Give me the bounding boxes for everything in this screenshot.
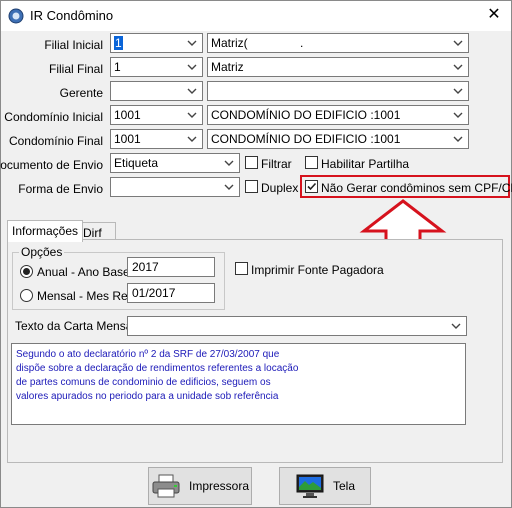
chevron-down-icon[interactable]: [451, 108, 465, 122]
filial-inicial-name-suffix: .: [300, 36, 304, 50]
filial-inicial-code-value: 1: [114, 36, 123, 50]
documento-envio-value: Etiqueta: [114, 156, 159, 170]
habilitar-partilha-checkbox[interactable]: [305, 156, 318, 169]
documento-envio-combo[interactable]: Etiqueta: [110, 153, 240, 173]
filial-final-code-combo[interactable]: 1: [110, 57, 203, 77]
habilitar-partilha-label: Habilitar Partilha: [321, 157, 410, 171]
condominio-inicial-label: Condomínio Inicial: [4, 110, 103, 124]
chevron-down-icon[interactable]: [222, 180, 236, 194]
anual-label: Anual - Ano Base: [37, 265, 130, 279]
forma-envio-label: Forma de Envio: [18, 182, 103, 196]
memo-line: dispõe sobre a declaração de rendimentos…: [16, 363, 299, 374]
ir-condomino-window: IR Condômino ✕ Filial Inicial 1 Matriz( …: [0, 0, 512, 508]
gerente-code-combo[interactable]: [110, 81, 203, 101]
chevron-down-icon[interactable]: [185, 132, 199, 146]
imprimir-fonte-label: Imprimir Fonte Pagadora: [251, 263, 384, 277]
memo-line: Segundo o ato declaratório nº 2 da SRF d…: [16, 349, 280, 360]
mensal-radio[interactable]: [20, 289, 33, 302]
chevron-down-icon[interactable]: [449, 319, 463, 333]
forma-envio-combo[interactable]: [110, 177, 240, 197]
filial-inicial-label: Filial Inicial: [44, 38, 103, 52]
chevron-down-icon[interactable]: [185, 36, 199, 50]
chevron-down-icon[interactable]: [185, 108, 199, 122]
filial-final-name-combo[interactable]: Matriz: [207, 57, 469, 77]
condominio-final-label: Condomínio Final: [8, 134, 103, 148]
app-icon: [8, 8, 24, 24]
mes-ref-input[interactable]: 01/2017: [127, 283, 215, 303]
condominio-inicial-code-value: 1001: [114, 108, 141, 122]
condominio-final-code-combo[interactable]: 1001: [110, 129, 203, 149]
close-button[interactable]: ✕: [477, 1, 511, 31]
tela-button[interactable]: Tela: [279, 467, 371, 505]
mensal-label: Mensal - Mes Ref.: [37, 289, 135, 303]
anual-radio[interactable]: [20, 265, 33, 278]
opcoes-group-title: Opções: [19, 245, 65, 259]
filial-inicial-name-combo[interactable]: Matriz( .: [207, 33, 469, 53]
chevron-down-icon[interactable]: [451, 84, 465, 98]
filial-final-label: Filial Final: [48, 62, 103, 76]
monitor-icon: [296, 474, 324, 498]
carta-text-memo[interactable]: Segundo o ato declaratório nº 2 da SRF d…: [11, 343, 466, 425]
gerente-label: Gerente: [59, 86, 103, 100]
condominio-inicial-code-combo[interactable]: 1001: [110, 105, 203, 125]
duplex-label: Duplex: [261, 181, 299, 195]
chevron-down-icon[interactable]: [451, 60, 465, 74]
impressora-label: Impressora: [188, 479, 250, 493]
printer-icon: [152, 474, 180, 498]
filtrar-checkbox[interactable]: [245, 156, 258, 169]
memo-line: valores apurados no periodo para a unida…: [16, 391, 279, 402]
filial-inicial-code-combo[interactable]: 1: [110, 33, 203, 53]
texto-carta-label: Texto da Carta Mensal: [15, 319, 136, 333]
imprimir-fonte-checkbox[interactable]: [235, 262, 248, 275]
condominio-final-name-value: CONDOMÍNIO DO EDIFICIO :1001: [211, 132, 401, 146]
filtrar-label: Filtrar: [261, 157, 292, 171]
filial-final-name-value: Matriz: [211, 60, 244, 74]
chevron-down-icon[interactable]: [185, 60, 199, 74]
chevron-down-icon[interactable]: [185, 84, 199, 98]
radio-dot: [23, 268, 30, 275]
title-bar: IR Condômino ✕: [1, 1, 511, 31]
impressora-button[interactable]: Impressora: [148, 467, 252, 505]
nao-gerar-label: Não Gerar condôminos sem CPF/CNPJ: [321, 181, 512, 195]
condominio-final-code-value: 1001: [114, 132, 141, 146]
gerente-name-combo[interactable]: [207, 81, 469, 101]
ano-base-input[interactable]: 2017: [127, 257, 215, 277]
documento-envio-label: Documento de Envio: [0, 158, 103, 172]
tab-informacoes[interactable]: Informações: [7, 220, 84, 242]
memo-line: de partes comuns de condominio de edific…: [16, 377, 271, 388]
chevron-down-icon[interactable]: [451, 36, 465, 50]
window-title: IR Condômino: [30, 8, 114, 23]
texto-carta-combo[interactable]: [127, 316, 467, 336]
tela-label: Tela: [332, 479, 355, 493]
chevron-down-icon[interactable]: [451, 132, 465, 146]
condominio-inicial-name-value: CONDOMÍNIO DO EDIFICIO :1001: [211, 108, 401, 122]
filial-final-code-value: 1: [114, 60, 121, 74]
condominio-final-name-combo[interactable]: CONDOMÍNIO DO EDIFICIO :1001: [207, 129, 469, 149]
filial-inicial-name-value: Matriz(: [211, 36, 248, 50]
chevron-down-icon[interactable]: [222, 156, 236, 170]
condominio-inicial-name-combo[interactable]: CONDOMÍNIO DO EDIFICIO :1001: [207, 105, 469, 125]
nao-gerar-checkbox[interactable]: [305, 180, 318, 193]
duplex-checkbox[interactable]: [245, 180, 258, 193]
